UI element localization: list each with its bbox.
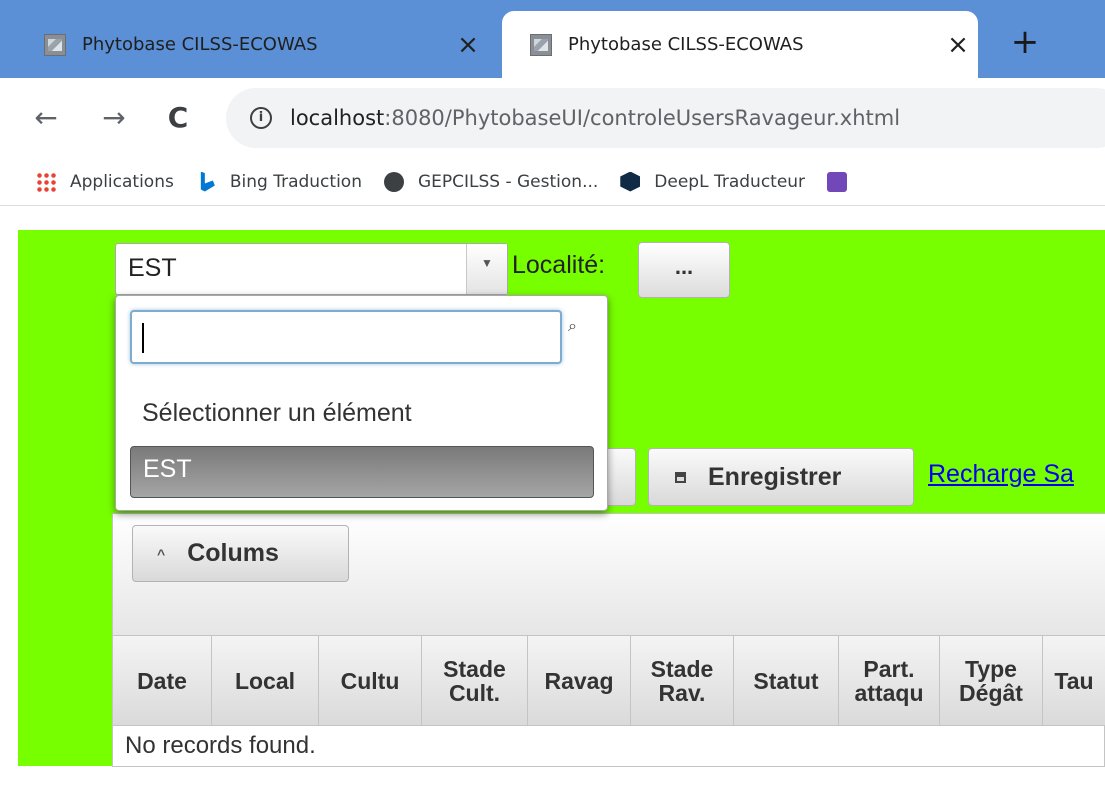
- column-header-ravageur[interactable]: Ravag: [528, 636, 631, 725]
- bookmark-bing-traduction[interactable]: Bing Traduction: [196, 171, 362, 192]
- data-table: ^ Colums Date Local Cultu Stade Cult. Ra…: [112, 513, 1105, 767]
- column-header-date[interactable]: Date: [113, 636, 212, 725]
- bookmark-label: Applications: [70, 171, 174, 192]
- column-header-type-degat[interactable]: Type Dégât: [940, 636, 1043, 725]
- tab-title: Phytobase CILSS-ECOWAS: [82, 34, 318, 55]
- recharge-link[interactable]: Recharge Sa: [928, 460, 1074, 489]
- column-header-stade-rav[interactable]: Stade Rav.: [631, 636, 734, 725]
- browser-tab-2[interactable]: Phytobase CILSS-ECOWAS ×: [502, 11, 978, 78]
- site-favicon-icon: [530, 33, 552, 56]
- save-button-label: Enregistrer: [708, 462, 842, 491]
- deepl-icon: [620, 171, 641, 192]
- browser-tab-strip: Phytobase CILSS-ECOWAS × Phytobase CILSS…: [0, 0, 1105, 78]
- bookmark-label: DeepL Traducteur: [654, 171, 806, 192]
- address-bar[interactable]: i localhost:8080/PhytobaseUI/controleUse…: [226, 88, 1105, 148]
- column-header-part-attaquee[interactable]: Part. attaqu: [839, 636, 940, 725]
- region-select[interactable]: EST: [115, 243, 508, 295]
- locality-label: Localité:: [512, 251, 606, 279]
- table-header-row: Date Local Cultu Stade Cult. Ravag Stade…: [113, 636, 1105, 726]
- tab-title: Phytobase CILSS-ECOWAS: [568, 34, 804, 55]
- url-host: localhost: [290, 106, 385, 130]
- tab-close-icon[interactable]: ×: [448, 30, 488, 60]
- bookmark-label: Bing Traduction: [229, 171, 362, 192]
- column-header-culture[interactable]: Cultu: [319, 636, 422, 725]
- columns-toggle-button[interactable]: ^ Colums: [132, 525, 349, 582]
- text-cursor: [142, 323, 144, 353]
- disk-icon: [675, 471, 686, 483]
- column-header-local[interactable]: Local: [212, 636, 319, 725]
- tab-close-icon[interactable]: ×: [938, 30, 978, 60]
- region-dropdown-panel: ⌕ Sélectionner un élément EST: [115, 295, 608, 511]
- reload-icon[interactable]: C: [158, 98, 198, 138]
- columns-button-label: Colums: [187, 539, 279, 567]
- table-toolbar: ^ Colums: [113, 514, 1105, 636]
- bookmark-gepcilss[interactable]: GEPCILSS - Gestion...: [383, 171, 599, 192]
- chevron-down-icon: ▼: [481, 256, 493, 270]
- forms-icon: [827, 171, 848, 192]
- bing-icon: [200, 171, 215, 192]
- forward-arrow-icon[interactable]: →: [94, 98, 134, 138]
- browser-tab-1[interactable]: Phytobase CILSS-ECOWAS ×: [0, 11, 500, 78]
- region-select-trigger[interactable]: ▼: [466, 244, 507, 294]
- bookmark-forms[interactable]: [827, 171, 861, 192]
- dropdown-search-input[interactable]: [130, 310, 562, 364]
- site-info-icon[interactable]: i: [250, 107, 272, 129]
- url-path: :8080/PhytobaseUI/controleUsersRavageur.…: [384, 106, 901, 130]
- bookmarks-bar: Applications Bing Traduction GEPCILSS - …: [0, 158, 1105, 206]
- empty-message: No records found.: [125, 732, 316, 759]
- locality-picker-button[interactable]: ...: [638, 242, 730, 298]
- bookmark-applications[interactable]: Applications: [36, 171, 174, 192]
- bookmark-label: GEPCILSS - Gestion...: [417, 171, 599, 192]
- search-icon: ⌕: [568, 318, 577, 335]
- save-button[interactable]: Enregistrer: [648, 448, 914, 506]
- apps-grid-icon: [36, 171, 56, 192]
- page-content: EST ▼ Localité: ... Enregistrer Recharge…: [0, 207, 1105, 787]
- column-header-statut[interactable]: Statut: [734, 636, 839, 725]
- chevron-up-icon: ^: [157, 545, 166, 562]
- dropdown-option-est[interactable]: EST: [130, 446, 594, 498]
- column-header-stade-cult[interactable]: Stade Cult.: [422, 636, 528, 725]
- back-arrow-icon[interactable]: ←: [26, 98, 66, 138]
- site-favicon-icon: [44, 33, 66, 56]
- column-header-taux[interactable]: Tau: [1043, 636, 1105, 725]
- bookmark-deepl[interactable]: DeepL Traducteur: [620, 171, 806, 192]
- dropdown-option-placeholder[interactable]: Sélectionner un élément: [130, 389, 594, 441]
- browser-toolbar: ← → C i localhost:8080/PhytobaseUI/contr…: [0, 78, 1105, 158]
- new-tab-icon[interactable]: +: [1003, 20, 1047, 64]
- globe-icon: [383, 171, 404, 192]
